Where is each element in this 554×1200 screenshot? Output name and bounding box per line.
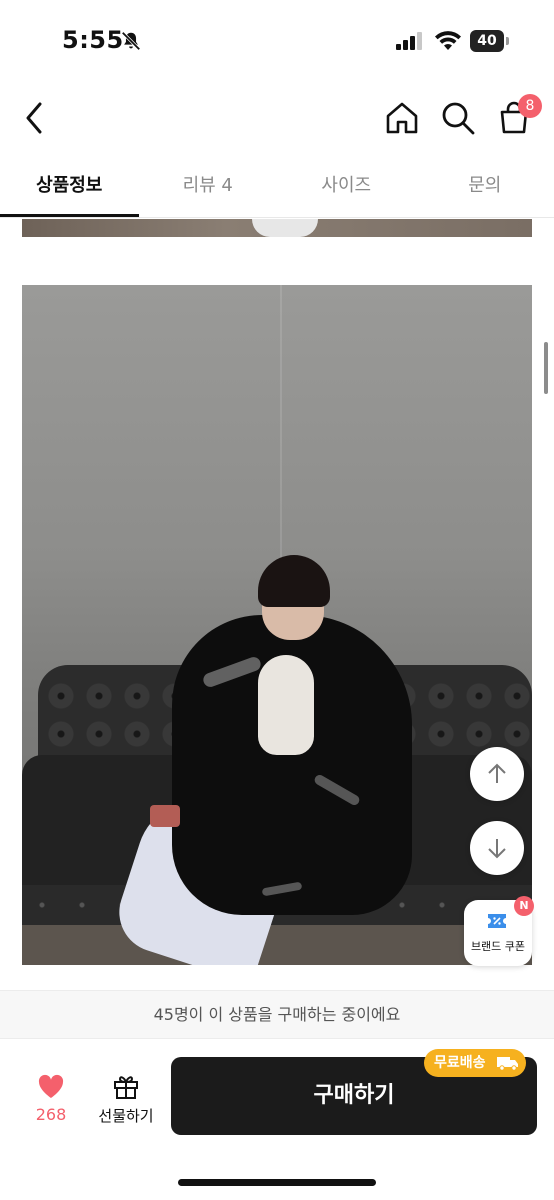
status-bar: 5:55 40 — [0, 0, 554, 80]
previous-photo-shoe — [252, 219, 318, 237]
bell-off-icon — [121, 31, 141, 51]
product-photo — [22, 285, 532, 965]
search-icon[interactable] — [440, 100, 476, 136]
scroll-up-button[interactable] — [470, 747, 524, 801]
gift-label: 선물하기 — [98, 1107, 154, 1125]
gift-button[interactable]: 선물하기 — [92, 1073, 160, 1129]
battery-level: 40 — [470, 30, 504, 52]
product-tabs: 상품정보 리뷰 4 사이즈 문의 — [0, 158, 554, 218]
photo-bag — [150, 805, 180, 827]
back-arrow-icon[interactable] — [18, 98, 50, 138]
like-button[interactable]: 268 — [24, 1073, 78, 1129]
brand-coupon-label: 브랜드 쿠폰 — [470, 940, 526, 953]
coupon-new-badge: N — [514, 896, 534, 916]
home-indicator — [178, 1179, 376, 1186]
scroll-down-button[interactable] — [470, 821, 524, 875]
truck-icon — [497, 1057, 518, 1071]
gift-icon — [114, 1076, 138, 1099]
home-icon[interactable] — [384, 100, 420, 136]
wifi-icon — [435, 31, 461, 50]
cart-count-badge: 8 — [518, 94, 542, 118]
coupon-icon — [488, 914, 506, 928]
battery-icon: 40 — [470, 30, 510, 52]
bottom-action-bar: 268 선물하기 구매하기 무료배송 — [0, 1038, 554, 1200]
tab-reviews[interactable]: 리뷰 4 — [139, 158, 278, 217]
purchase-notice: 45명이 이 상품을 구매하는 중이에요 — [0, 990, 554, 1038]
scrollbar[interactable] — [544, 342, 548, 394]
tab-inquiry[interactable]: 문의 — [416, 158, 554, 217]
tab-product-info[interactable]: 상품정보 — [0, 158, 139, 217]
top-nav: 8 — [0, 88, 554, 148]
heart-icon — [38, 1074, 64, 1098]
tab-size[interactable]: 사이즈 — [277, 158, 416, 217]
like-count: 268 — [35, 1105, 67, 1124]
status-time: 5:55 — [62, 26, 124, 54]
signal-icon — [396, 32, 422, 50]
arrow-up-icon — [488, 763, 506, 783]
arrow-down-icon — [488, 839, 506, 859]
